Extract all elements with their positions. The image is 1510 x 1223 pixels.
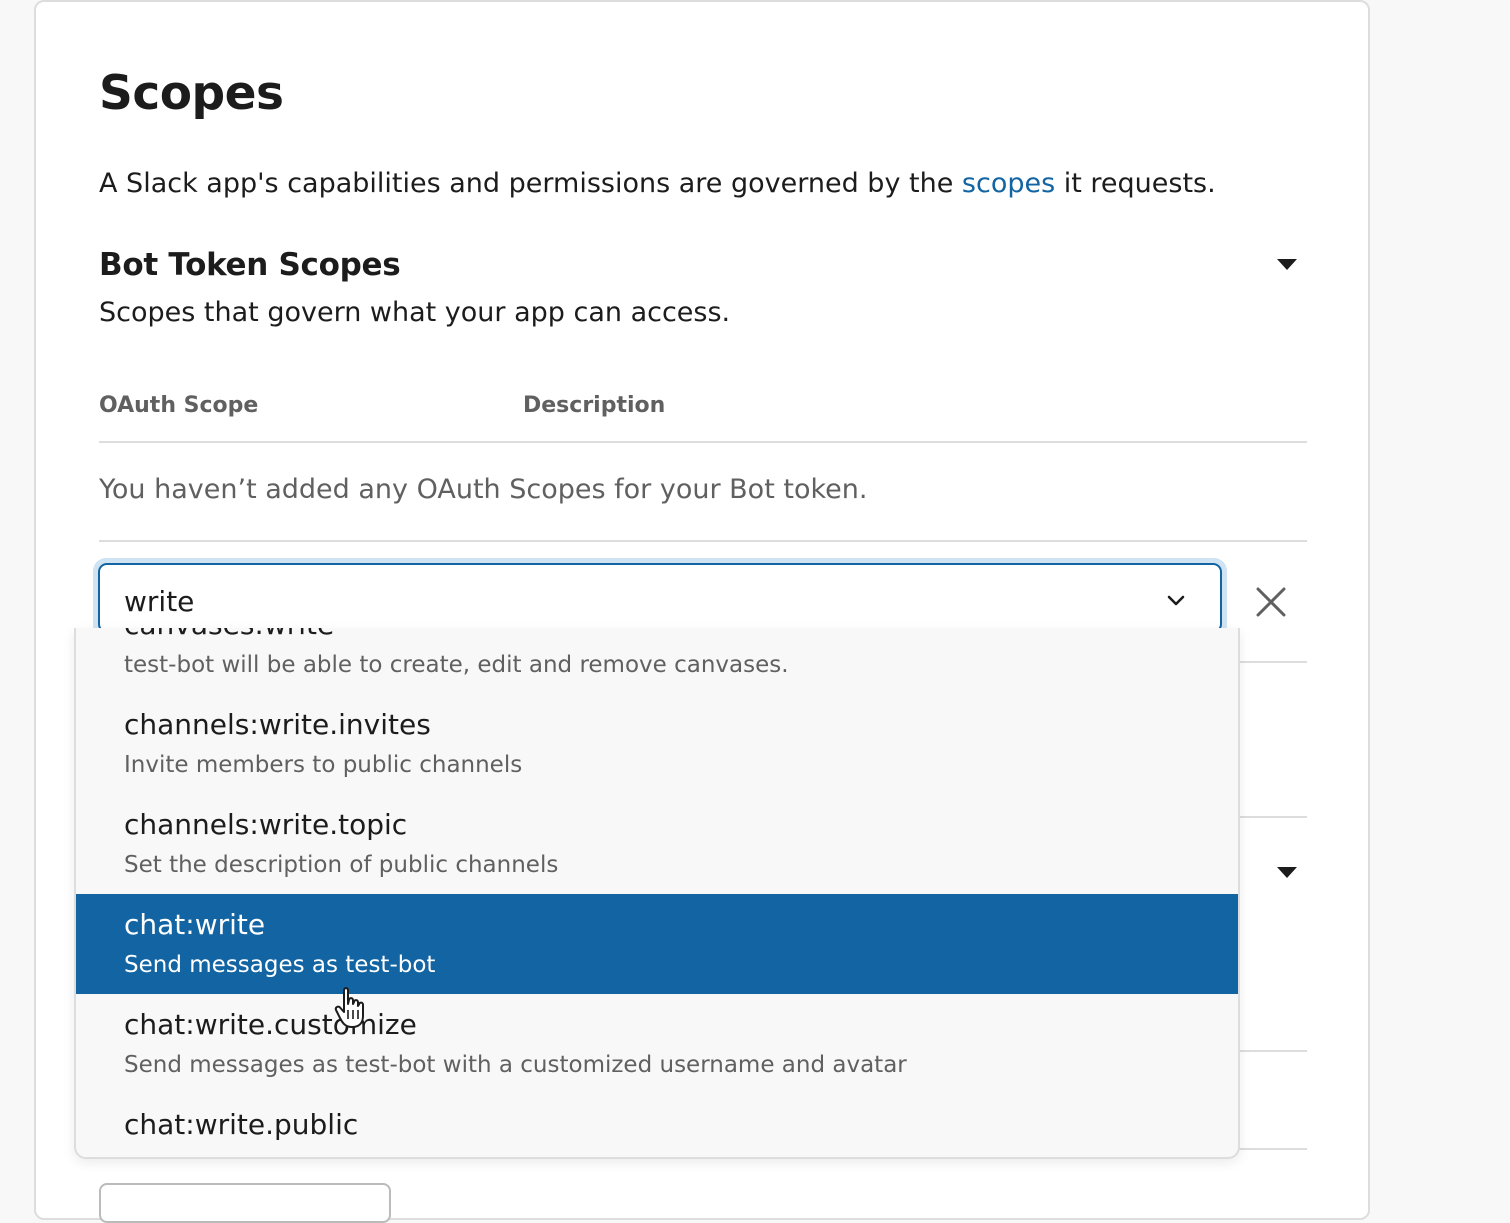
scope-option-description: test-bot will be able to create, edit an… — [124, 652, 789, 678]
scopes-link[interactable]: scopes — [962, 168, 1055, 199]
intro-text-end: it requests. — [1055, 168, 1216, 199]
caret-down-icon[interactable] — [1277, 867, 1297, 878]
scope-option[interactable]: channels:write.topic Set the description… — [76, 794, 1238, 894]
scope-option-selected[interactable]: chat:write Send messages as test-bot — [76, 894, 1238, 994]
divider — [99, 540, 1307, 542]
scope-option-description: Send messages as test-bot with a customi… — [124, 1052, 907, 1078]
intro-text: A Slack app's capabilities and permissio… — [99, 168, 1216, 199]
scope-option-description: Send messages as test-bot — [124, 952, 436, 978]
intro-text-start: A Slack app's capabilities and permissio… — [99, 168, 962, 199]
caret-down-icon[interactable] — [1277, 259, 1297, 270]
divider — [1239, 1050, 1307, 1052]
scope-option-name: channels:write.topic — [124, 808, 408, 841]
close-icon[interactable] — [1252, 583, 1290, 621]
divider — [99, 441, 1307, 443]
scope-select[interactable]: write — [98, 563, 1222, 633]
scope-option-name: chat:write.public — [124, 1108, 359, 1141]
column-header-oauth-scope: OAuth Scope — [99, 393, 259, 418]
scope-option-name: chat:write — [124, 908, 266, 941]
scope-option[interactable]: canvases:write test-bot will be able to … — [76, 628, 1238, 694]
scope-option[interactable]: chat:write.customize Send messages as te… — [76, 994, 1238, 1094]
scope-option-name: chat:write.customize — [124, 1008, 417, 1041]
add-scope-button[interactable] — [99, 1183, 391, 1223]
bot-token-scopes-title: Bot Token Scopes — [99, 247, 401, 283]
empty-scopes-message: You haven’t added any OAuth Scopes for y… — [99, 474, 868, 505]
scope-option[interactable]: chat:write.public — [76, 1094, 1238, 1157]
scope-options-menu[interactable]: canvases:write test-bot will be able to … — [74, 628, 1240, 1159]
divider — [1239, 661, 1307, 663]
column-header-description: Description — [523, 393, 666, 418]
scope-search-input[interactable]: write — [124, 585, 194, 618]
scope-option-name: channels:write.invites — [124, 708, 431, 741]
scope-option-name: canvases:write — [124, 628, 334, 641]
divider — [1239, 1148, 1307, 1150]
scope-option-description: Set the description of public channels — [124, 852, 559, 878]
chevron-down-icon[interactable] — [1165, 589, 1187, 611]
bot-token-scopes-subtitle: Scopes that govern what your app can acc… — [99, 297, 731, 328]
pointer-hand-icon — [334, 987, 364, 1028]
scope-option[interactable]: channels:write.invites Invite members to… — [76, 694, 1238, 794]
divider — [1239, 816, 1307, 818]
scope-option-description: Invite members to public channels — [124, 752, 523, 778]
page-title: Scopes — [99, 66, 284, 121]
